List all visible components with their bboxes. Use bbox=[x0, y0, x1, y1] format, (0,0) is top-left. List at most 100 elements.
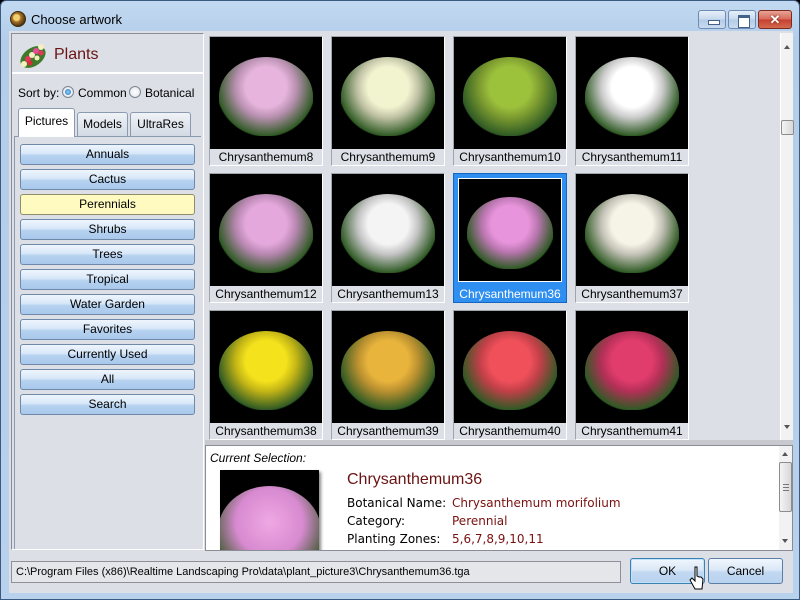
plants-header: Plants bbox=[12, 34, 203, 74]
dialog-client-area: Plants Sort by: Common Botanical Picture… bbox=[9, 31, 794, 593]
close-icon: ✕ bbox=[769, 12, 781, 27]
botanical-name-label: Botanical Name: bbox=[347, 496, 447, 510]
thumbnail-plant bbox=[220, 486, 319, 550]
sort-common-label[interactable]: Common bbox=[78, 86, 127, 100]
artwork-thumbnail bbox=[576, 37, 688, 149]
window-title: Choose artwork bbox=[31, 12, 123, 27]
file-path-field: C:\Program Files (x86)\Realtime Landscap… bbox=[11, 561, 621, 583]
sort-botanical-radio[interactable] bbox=[129, 86, 141, 98]
category-button-favorites[interactable]: Favorites bbox=[20, 319, 195, 340]
tab-ultrares[interactable]: UltraRes bbox=[130, 112, 191, 136]
grip-line bbox=[783, 487, 789, 488]
artwork-tile[interactable]: Chrysanthemum38 bbox=[209, 310, 323, 440]
artwork-tile[interactable]: Chrysanthemum41 bbox=[575, 310, 689, 440]
current-selection-panel: Current Selection: Chrysanthemum36 Botan… bbox=[205, 445, 793, 551]
artwork-caption: Chrysanthemum38 bbox=[215, 424, 317, 438]
maximize-icon bbox=[729, 11, 755, 28]
maximize-button[interactable] bbox=[728, 10, 756, 29]
artwork-caption: Chrysanthemum10 bbox=[459, 150, 561, 164]
artwork-tile[interactable]: Chrysanthemum10 bbox=[453, 36, 567, 166]
category-value: Perennial bbox=[452, 514, 508, 528]
detail-scroll-down-icon[interactable] bbox=[782, 539, 788, 543]
grid-scroll-thumb[interactable] bbox=[781, 120, 794, 135]
detail-scrollbar[interactable] bbox=[779, 446, 792, 550]
category-button-perennials[interactable]: Perennials bbox=[20, 194, 195, 215]
mouse-cursor-icon bbox=[689, 566, 704, 590]
artwork-tile[interactable]: Chrysanthemum39 bbox=[331, 310, 445, 440]
category-button-water-garden[interactable]: Water Garden bbox=[20, 294, 195, 315]
artwork-thumbnail bbox=[332, 37, 444, 149]
scroll-up-icon[interactable] bbox=[784, 45, 790, 49]
category-button-annuals[interactable]: Annuals bbox=[20, 144, 195, 165]
artwork-caption: Chrysanthemum9 bbox=[340, 150, 436, 164]
grip-line bbox=[783, 484, 789, 485]
artwork-thumbnail bbox=[332, 174, 444, 286]
artwork-tile[interactable]: Chrysanthemum37 bbox=[575, 173, 689, 303]
plant-image bbox=[584, 194, 680, 273]
tab-pictures[interactable]: Pictures bbox=[18, 108, 75, 137]
close-button[interactable]: ✕ bbox=[758, 10, 792, 29]
planting-zones-label: Planting Zones: bbox=[347, 532, 441, 546]
artwork-caption: Chrysanthemum36 bbox=[459, 287, 561, 301]
plant-image bbox=[340, 331, 436, 410]
selection-name: Chrysanthemum36 bbox=[347, 471, 483, 488]
category-button-all[interactable]: All bbox=[20, 369, 195, 390]
artwork-caption: Chrysanthemum13 bbox=[337, 287, 439, 301]
detail-scroll-up-icon[interactable] bbox=[782, 452, 788, 456]
artwork-tile[interactable]: Chrysanthemum13 bbox=[331, 173, 445, 303]
tab-models[interactable]: Models bbox=[77, 112, 128, 136]
artwork-thumbnail bbox=[458, 178, 562, 282]
artwork-tile[interactable]: Chrysanthemum11 bbox=[575, 36, 689, 166]
plants-title: Plants bbox=[54, 46, 99, 63]
artwork-tile[interactable]: Chrysanthemum9 bbox=[331, 36, 445, 166]
minimize-icon bbox=[699, 11, 725, 28]
plant-image bbox=[462, 331, 558, 410]
current-selection-heading: Current Selection: bbox=[210, 451, 307, 465]
plant-image bbox=[462, 57, 558, 136]
title-bar[interactable]: Choose artwork ✕ bbox=[1, 1, 799, 31]
sort-common-radio[interactable] bbox=[62, 86, 74, 98]
plant-image bbox=[218, 194, 314, 273]
artwork-caption: Chrysanthemum8 bbox=[218, 150, 314, 164]
category-button-tropical[interactable]: Tropical bbox=[20, 269, 195, 290]
plant-image bbox=[467, 197, 553, 269]
artwork-caption: Chrysanthemum12 bbox=[215, 287, 317, 301]
artwork-grid: Chrysanthemum8 Chrysanthemum9 Chrysanthemu… bbox=[205, 33, 778, 440]
artwork-thumbnail bbox=[210, 37, 322, 149]
artwork-tile[interactable]: Chrysanthemum12 bbox=[209, 173, 323, 303]
artwork-tile[interactable]: Chrysanthemum36 bbox=[453, 173, 567, 303]
artwork-thumbnail bbox=[576, 311, 688, 423]
botanical-name-value: Chrysanthemum morifolium bbox=[452, 496, 621, 510]
plant-image bbox=[340, 57, 436, 136]
artwork-thumbnail bbox=[454, 37, 566, 149]
plant-image bbox=[584, 331, 680, 410]
category-button-shrubs[interactable]: Shrubs bbox=[20, 219, 195, 240]
category-button-search[interactable]: Search bbox=[20, 394, 195, 415]
artwork-thumbnail bbox=[576, 174, 688, 286]
category-label: Category: bbox=[347, 514, 405, 528]
category-button-trees[interactable]: Trees bbox=[20, 244, 195, 265]
plants-icon bbox=[20, 44, 46, 68]
category-panel: Plants Sort by: Common Botanical Picture… bbox=[11, 33, 204, 550]
minimize-button[interactable] bbox=[698, 10, 726, 29]
selection-thumbnail bbox=[220, 470, 319, 550]
plant-image bbox=[584, 57, 680, 136]
plant-image bbox=[218, 331, 314, 410]
sort-by-label: Sort by: bbox=[18, 86, 60, 100]
artwork-caption: Chrysanthemum41 bbox=[581, 424, 683, 438]
artwork-thumbnail bbox=[454, 311, 566, 423]
detail-scroll-thumb[interactable] bbox=[779, 462, 792, 512]
category-button-currently-used[interactable]: Currently Used bbox=[20, 344, 195, 365]
artwork-caption: Chrysanthemum40 bbox=[459, 424, 561, 438]
artwork-caption: Chrysanthemum37 bbox=[581, 287, 683, 301]
category-button-cactus[interactable]: Cactus bbox=[20, 169, 195, 190]
artwork-thumbnail bbox=[210, 174, 322, 286]
sort-botanical-label[interactable]: Botanical bbox=[145, 86, 194, 100]
cancel-button[interactable]: Cancel bbox=[708, 558, 783, 584]
artwork-caption: Chrysanthemum39 bbox=[337, 424, 439, 438]
scroll-down-icon[interactable] bbox=[784, 425, 790, 429]
artwork-tile[interactable]: Chrysanthemum40 bbox=[453, 310, 567, 440]
artwork-tile[interactable]: Chrysanthemum8 bbox=[209, 36, 323, 166]
grid-scrollbar[interactable] bbox=[780, 33, 794, 440]
artwork-thumbnail bbox=[210, 311, 322, 423]
